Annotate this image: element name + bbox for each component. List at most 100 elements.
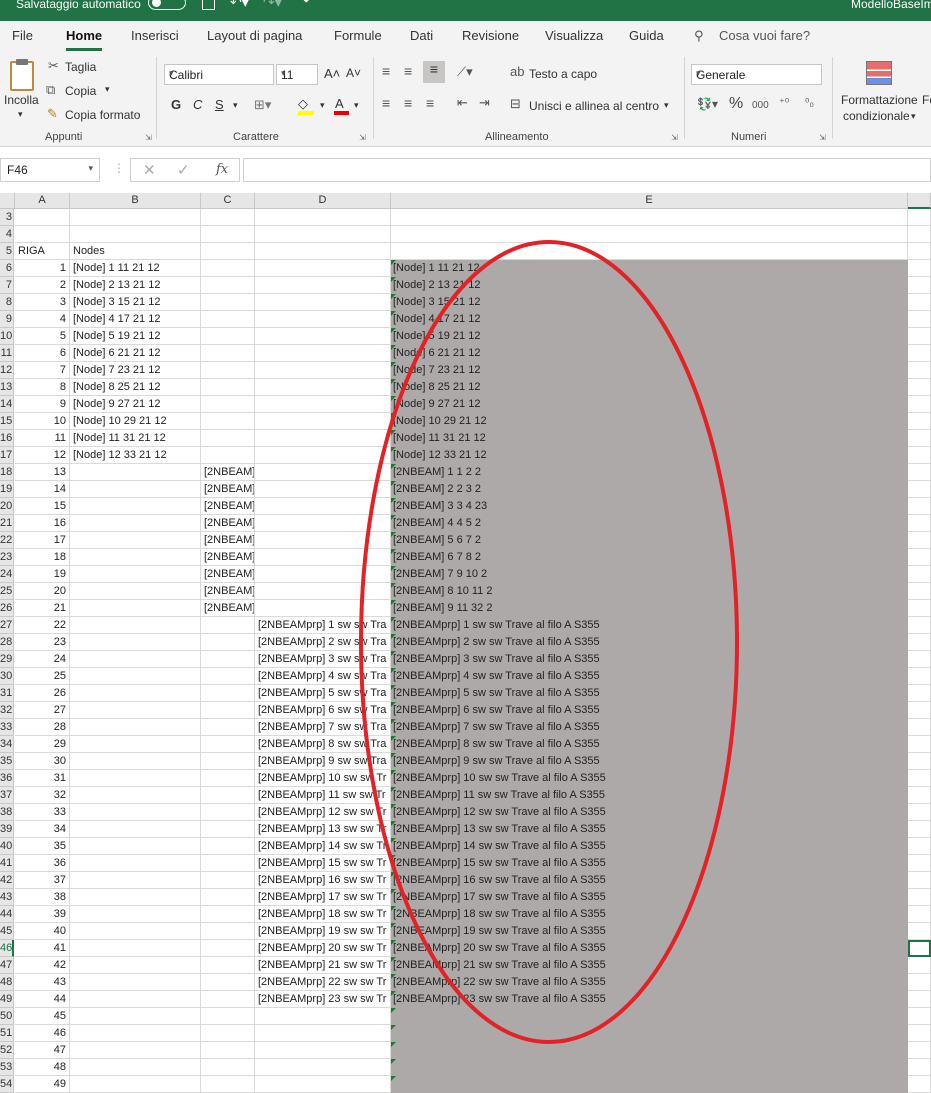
grid-cell[interactable] — [70, 481, 201, 498]
row-header[interactable]: 25 — [0, 583, 14, 600]
grid-cell[interactable] — [201, 328, 255, 345]
grid-cell[interactable]: 8 — [15, 379, 70, 396]
column-header-d[interactable]: D — [255, 193, 391, 209]
select-all-corner[interactable] — [0, 193, 15, 209]
grid-cell[interactable] — [391, 243, 908, 260]
grid-cell-e[interactable]: [Node] 7 23 21 12 — [393, 362, 480, 378]
grid-cell[interactable] — [255, 583, 391, 600]
column-header-b[interactable]: B — [70, 193, 201, 209]
grid-cell[interactable] — [908, 430, 931, 447]
row-header[interactable]: 39 — [0, 821, 14, 838]
grid-cell[interactable] — [908, 243, 931, 260]
grid-cell[interactable]: 31 — [15, 770, 70, 787]
comma-style-icon[interactable]: 000 — [752, 100, 769, 111]
grid-cell[interactable] — [908, 787, 931, 804]
row-header[interactable]: 6 — [0, 260, 14, 277]
align-top-icon[interactable]: ≡ — [382, 63, 390, 79]
merge-center-button[interactable]: Unisci e allinea al centro — [529, 99, 659, 113]
increase-decimal-icon[interactable]: ⁺⁰ — [779, 96, 789, 109]
grid-cell[interactable] — [201, 855, 255, 872]
row-header[interactable]: 28 — [0, 634, 14, 651]
grid-cell[interactable] — [908, 736, 931, 753]
grid-cell[interactable] — [201, 345, 255, 362]
grid-cell[interactable] — [255, 311, 391, 328]
grid-cell-e[interactable]: [2NBEAMprp] 2 sw sw Trave al filo A S355 — [393, 634, 600, 650]
grid-cell[interactable]: 23 — [15, 634, 70, 651]
grid-cell-e[interactable]: [2NBEAMprp] 20 sw sw Trave al filo A S35… — [393, 940, 606, 956]
grid-cell[interactable] — [908, 226, 931, 243]
tab-page-layout[interactable]: Layout di pagina — [207, 28, 302, 43]
row-header[interactable]: 14 — [0, 396, 14, 413]
grid-cell[interactable]: [2NBEAMprp] 7 sw sw Tra — [255, 719, 391, 736]
grid-cell[interactable] — [201, 430, 255, 447]
row-header[interactable]: 12 — [0, 362, 14, 379]
row-header[interactable]: 27 — [0, 617, 14, 634]
enter-icon[interactable]: ✓ — [177, 161, 190, 179]
grid-cell-e[interactable]: [2NBEAMprp] 9 sw sw Trave al filo A S355 — [393, 753, 600, 769]
grid-cell[interactable]: 25 — [15, 668, 70, 685]
grid-cell[interactable] — [70, 600, 201, 617]
grid-cell[interactable] — [391, 226, 908, 243]
grid-cell[interactable] — [201, 838, 255, 855]
grid-cell[interactable] — [201, 685, 255, 702]
row-header[interactable]: 11 — [0, 345, 14, 362]
grid-cell[interactable] — [908, 889, 931, 906]
bold-button[interactable]: G — [171, 97, 181, 112]
grid-cell-e[interactable]: [2NBEAM] 5 6 7 2 — [393, 532, 481, 548]
grid-cell[interactable] — [201, 770, 255, 787]
grid-cell[interactable] — [908, 413, 931, 430]
grid-cell[interactable]: Nodes — [70, 243, 201, 260]
increase-indent-icon[interactable]: ⇥ — [479, 95, 490, 111]
grid-cell[interactable] — [255, 294, 391, 311]
grid-cell[interactable]: [Node] 11 31 21 12 — [70, 430, 201, 447]
grid-cell[interactable] — [908, 651, 931, 668]
grid-cell[interactable] — [255, 515, 391, 532]
grid-cell[interactable] — [70, 906, 201, 923]
grid-cell[interactable] — [201, 651, 255, 668]
row-header[interactable]: 40 — [0, 838, 14, 855]
grid-cell[interactable]: [Node] 7 23 21 12 — [70, 362, 201, 379]
grid-cell[interactable] — [70, 651, 201, 668]
row-header[interactable]: 19 — [0, 481, 14, 498]
grid-cell-e[interactable]: [Node] 2 13 21 12 — [393, 277, 480, 293]
font-size-select[interactable]: 11 ▾ — [276, 64, 318, 85]
grid-cell-e[interactable]: [Node] 10 29 21 12 — [393, 413, 487, 429]
grid-cell[interactable] — [908, 566, 931, 583]
grid-cell[interactable] — [908, 532, 931, 549]
alignment-launcher-icon[interactable]: ⇲ — [671, 133, 678, 142]
grid-cell[interactable]: 29 — [15, 736, 70, 753]
grid-cell-e[interactable]: [2NBEAMprp] 21 sw sw Trave al filo A S35… — [393, 957, 606, 973]
grid-cell[interactable] — [70, 991, 201, 1008]
borders-icon[interactable]: ⊞▾ — [254, 97, 271, 113]
grid-cell[interactable] — [908, 855, 931, 872]
grid-cell[interactable]: 11 — [15, 430, 70, 447]
grid-cell-e[interactable]: [2NBEAM] 4 4 5 2 — [393, 515, 481, 531]
row-header[interactable]: 5 — [0, 243, 14, 260]
grid-cell-e[interactable]: [2NBEAMprp] 10 sw sw Trave al filo A S35… — [393, 770, 606, 786]
row-header[interactable]: 7 — [0, 277, 14, 294]
grid-cell[interactable] — [908, 311, 931, 328]
grid-cell[interactable] — [908, 549, 931, 566]
grid-cell[interactable]: 40 — [15, 923, 70, 940]
fill-color-dropdown-icon[interactable]: ▾ — [320, 100, 325, 111]
grid-cell[interactable] — [201, 1059, 255, 1076]
grid-cell[interactable]: [2NBEAMprp] 17 sw sw Tr — [255, 889, 391, 906]
grid-cell[interactable] — [70, 583, 201, 600]
grid-cell[interactable] — [201, 719, 255, 736]
grid-cell[interactable]: [2NBEAMprp] 3 sw sw Tra — [255, 651, 391, 668]
row-header[interactable]: 51 — [0, 1025, 14, 1042]
grid-cell[interactable] — [201, 294, 255, 311]
grid-cell[interactable] — [908, 991, 931, 1008]
grid-cell[interactable] — [255, 277, 391, 294]
grid-cell[interactable] — [201, 991, 255, 1008]
grid-cell[interactable]: 35 — [15, 838, 70, 855]
grid-cell[interactable] — [908, 1008, 931, 1025]
grid-cell-e[interactable]: [2NBEAM] 8 10 11 2 — [393, 583, 492, 599]
row-header[interactable]: 21 — [0, 515, 14, 532]
grid-cell[interactable] — [908, 447, 931, 464]
grid-cell[interactable] — [255, 396, 391, 413]
grid-cell[interactable] — [908, 1025, 931, 1042]
formula-input[interactable] — [243, 158, 931, 182]
grid-cell[interactable] — [908, 804, 931, 821]
grid-cell[interactable]: 22 — [15, 617, 70, 634]
